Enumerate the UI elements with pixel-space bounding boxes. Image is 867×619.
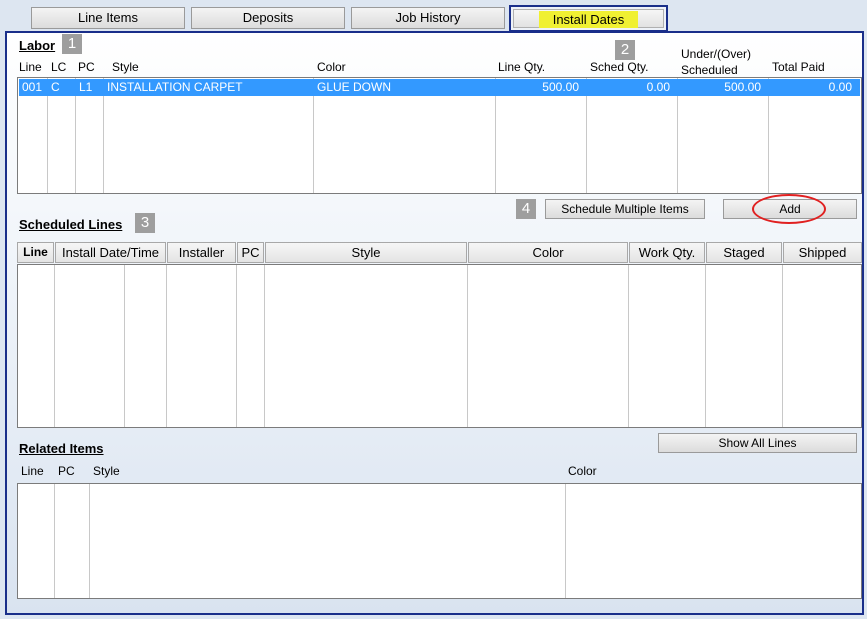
labor-col-under-over: Under/(Over) xyxy=(681,47,752,61)
badge-4: 4 xyxy=(516,199,536,219)
labor-title: Labor xyxy=(19,38,56,53)
cell-lc: C xyxy=(51,80,60,94)
cell-line-qty: 500.00 xyxy=(542,80,579,94)
related-items-grid[interactable] xyxy=(17,483,862,599)
related-items-title: Related Items xyxy=(19,441,104,456)
labor-col-lc: LC xyxy=(51,60,67,74)
sched-col-installer[interactable]: Installer xyxy=(167,242,236,263)
cell-total-paid: 0.00 xyxy=(828,80,852,94)
sched-col-line[interactable]: Line xyxy=(17,242,54,263)
related-col-color: Color xyxy=(568,464,597,478)
tab-install-dates[interactable]: Install Dates xyxy=(509,5,668,32)
sched-col-shipped[interactable]: Shipped xyxy=(783,242,862,263)
scheduled-lines-title: Scheduled Lines xyxy=(19,217,123,232)
show-all-lines-button[interactable]: Show All Lines xyxy=(658,433,857,453)
scheduled-lines-header: Line Install Date/Time Installer PC Styl… xyxy=(17,242,862,263)
labor-grid[interactable]: 001 C L1 INSTALLATION CARPET GLUE DOWN 5… xyxy=(17,77,862,194)
sched-col-staged[interactable]: Staged xyxy=(706,242,782,263)
sched-col-pc[interactable]: PC xyxy=(237,242,264,263)
labor-col-line-qty: Line Qty. xyxy=(498,60,546,74)
labor-col-pc: PC xyxy=(78,60,95,74)
tab-install-dates-label: Install Dates xyxy=(538,11,639,28)
tab-line-items[interactable]: Line Items xyxy=(31,7,185,29)
labor-col-scheduled: Scheduled xyxy=(681,63,738,77)
sched-col-work-qty[interactable]: Work Qty. xyxy=(629,242,705,263)
cell-under-over: 500.00 xyxy=(724,80,761,94)
sched-col-install-date[interactable]: Install Date/Time xyxy=(55,242,166,263)
tab-deposits[interactable]: Deposits xyxy=(191,7,345,29)
related-col-style: Style xyxy=(93,464,120,478)
cell-color: GLUE DOWN xyxy=(317,80,392,94)
cell-style: INSTALLATION CARPET xyxy=(107,80,243,94)
labor-row-selected[interactable]: 001 C L1 INSTALLATION CARPET GLUE DOWN 5… xyxy=(19,79,860,96)
labor-col-total-paid: Total Paid xyxy=(772,60,825,74)
tab-job-history[interactable]: Job History xyxy=(351,7,505,29)
labor-col-line: Line xyxy=(19,60,42,74)
badge-1: 1 xyxy=(62,34,82,54)
labor-col-color: Color xyxy=(317,60,346,74)
sched-col-color[interactable]: Color xyxy=(468,242,628,263)
cell-line: 001 xyxy=(22,80,43,94)
add-button-annotation-circle xyxy=(752,194,826,224)
related-col-line: Line xyxy=(21,464,44,478)
badge-2: 2 xyxy=(615,40,635,60)
badge-3: 3 xyxy=(135,213,155,233)
labor-col-style: Style xyxy=(112,60,139,74)
sched-col-style[interactable]: Style xyxy=(265,242,467,263)
labor-col-sched-qty: Sched Qty. xyxy=(590,60,649,74)
scheduled-lines-grid[interactable] xyxy=(17,264,862,428)
cell-pc: L1 xyxy=(79,80,93,94)
schedule-multiple-items-button[interactable]: Schedule Multiple Items xyxy=(545,199,705,219)
cell-sched-qty: 0.00 xyxy=(646,80,670,94)
related-col-pc: PC xyxy=(58,464,75,478)
